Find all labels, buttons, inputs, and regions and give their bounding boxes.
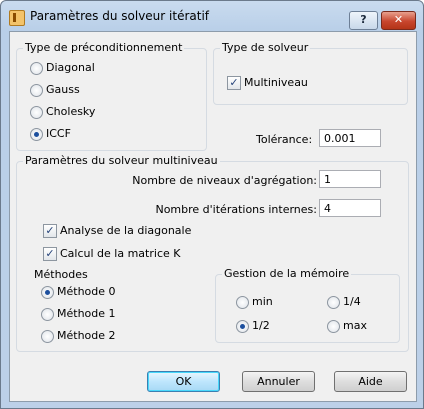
methods-group: Méthodes Méthode 0 Méthode 1 Méthode 2 — [32, 268, 206, 346]
tolerance-label: Tolérance: — [256, 133, 313, 146]
app-icon — [9, 10, 25, 26]
radio-method-2-indicator[interactable] — [41, 330, 54, 343]
checkbox-matrix-k-box[interactable]: ✓ — [43, 247, 57, 261]
levels-input[interactable]: 1 — [319, 170, 381, 188]
radio-memory-quarter-indicator[interactable] — [327, 296, 340, 309]
checkbox-diagonal-analysis-label: Analyse de la diagonale — [60, 224, 192, 237]
preconditioning-group: Type de préconditionnement Diagonal Gaus… — [16, 41, 207, 151]
radio-diagonal-indicator[interactable] — [30, 62, 43, 75]
dialog-body: Type de préconditionnement Diagonal Gaus… — [9, 31, 417, 402]
radio-method-0-indicator[interactable] — [41, 286, 54, 299]
iterations-label: Nombre d'itérations internes: — [155, 203, 317, 216]
solver-type-group: Type de solveur ✓ Multiniveau — [213, 41, 408, 105]
tolerance-input[interactable]: 0.001 — [319, 129, 381, 147]
radio-memory-min-label: min — [252, 295, 273, 308]
radio-iccf-label: ICCF — [46, 127, 71, 140]
radio-gauss-label: Gauss — [46, 83, 80, 96]
ok-button[interactable]: OK — [147, 371, 220, 392]
radio-gauss-indicator[interactable] — [30, 84, 43, 97]
methods-group-title: Méthodes — [32, 268, 90, 281]
multilevel-group: Paramètres du solveur multiniveau Nombre… — [16, 154, 409, 352]
radio-memory-quarter-label: 1/4 — [343, 295, 361, 308]
window-title: Paramètres du solveur itératif — [30, 9, 210, 23]
radio-memory-half-indicator[interactable] — [236, 320, 249, 333]
radio-memory-max-indicator[interactable] — [327, 320, 340, 333]
cancel-button[interactable]: Annuler — [242, 371, 315, 392]
radio-method-2-label: Méthode 2 — [57, 329, 116, 342]
radio-cholesky-label: Cholesky — [46, 105, 96, 118]
solver-type-group-title: Type de solveur — [220, 41, 311, 54]
memory-group: Gestion de la mémoire min 1/4 1/2 max — [215, 267, 400, 343]
multilevel-group-title: Paramètres du solveur multiniveau — [23, 154, 220, 167]
checkbox-multilevel-label: Multiniveau — [244, 76, 308, 89]
radio-cholesky-indicator[interactable] — [30, 106, 43, 119]
title-bar[interactable]: Paramètres du solveur itératif ? ✕ — [1, 1, 423, 31]
preconditioning-group-title: Type de préconditionnement — [23, 41, 185, 54]
radio-memory-min-indicator[interactable] — [236, 296, 249, 309]
radio-method-0-label: Méthode 0 — [57, 285, 116, 298]
memory-group-title: Gestion de la mémoire — [222, 267, 352, 280]
radio-memory-max-label: max — [343, 319, 367, 332]
dialog-window: Paramètres du solveur itératif ? ✕ Type … — [0, 0, 424, 409]
checkbox-multilevel-box[interactable]: ✓ — [227, 76, 241, 90]
radio-iccf-indicator[interactable] — [30, 128, 43, 141]
checkbox-matrix-k-label: Calcul de la matrice K — [60, 247, 181, 260]
radio-memory-half-label: 1/2 — [252, 319, 270, 332]
radio-method-1-label: Méthode 1 — [57, 307, 116, 320]
title-help-button[interactable]: ? — [349, 11, 378, 30]
levels-label: Nombre de niveaux d'agrégation: — [132, 174, 317, 187]
close-button[interactable]: ✕ — [381, 11, 416, 30]
checkbox-diagonal-analysis-box[interactable]: ✓ — [43, 224, 57, 238]
radio-diagonal-label: Diagonal — [46, 61, 95, 74]
help-button[interactable]: Aide — [334, 371, 407, 392]
iterations-input[interactable]: 4 — [319, 199, 381, 217]
radio-method-1-indicator[interactable] — [41, 308, 54, 321]
